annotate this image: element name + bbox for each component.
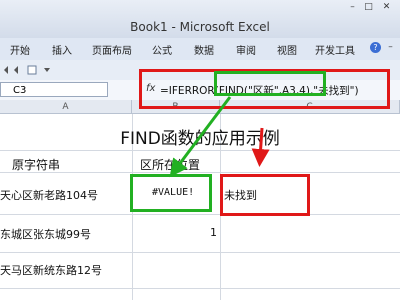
annotation-arrows [169, 96, 270, 178]
green-arrow [169, 96, 232, 178]
red-arrow [251, 127, 270, 167]
